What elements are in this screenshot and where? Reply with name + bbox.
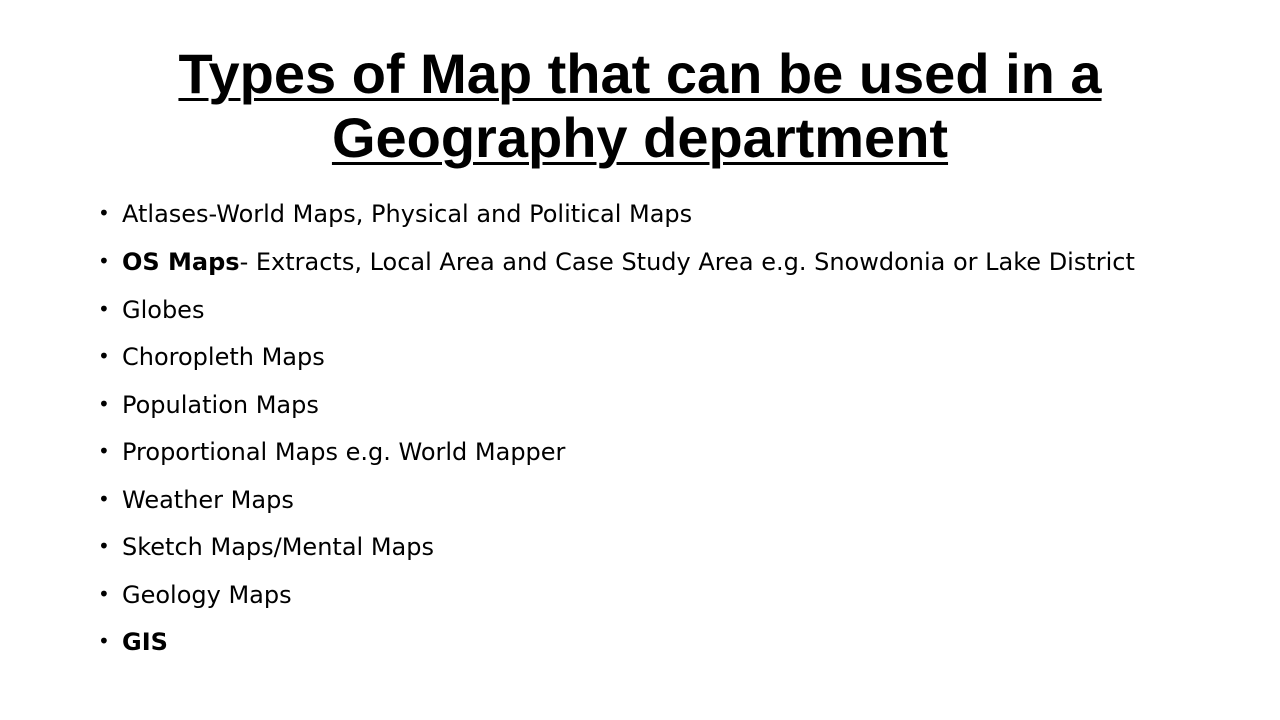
bullet-text: - Extracts, Local Area and Case Study Ar…	[239, 247, 1135, 276]
bullet-dot-icon: •	[98, 439, 110, 463]
bullet-item-choropleth: • Choropleth Maps	[98, 340, 1178, 375]
bullet-text: Sketch Maps/Mental Maps	[122, 533, 434, 561]
bullet-dot-icon: •	[98, 629, 110, 653]
slide-title: Types of Map that can be used in a Geogr…	[90, 42, 1190, 170]
bullet-item-population: • Population Maps	[98, 388, 1178, 423]
bullet-item-sketch: • Sketch Maps/Mental Maps	[98, 530, 1178, 565]
bullet-item-weather: • Weather Maps	[98, 483, 1178, 518]
bullet-dot-icon: •	[98, 248, 110, 273]
slide: Types of Map that can be used in a Geogr…	[0, 0, 1280, 720]
bullet-dot-icon: •	[98, 391, 110, 416]
bullet-item-os-maps: • OS Maps- Extracts, Local Area and Case…	[98, 245, 1178, 280]
bullet-item-gis: • GIS	[98, 625, 1178, 660]
bullet-item-geology: • Geology Maps	[98, 578, 1178, 613]
bullet-list: • Atlases-World Maps, Physical and Polit…	[98, 197, 1178, 673]
title-line-2: Geography department	[331, 106, 949, 169]
bullet-bold-text: OS Maps	[122, 247, 240, 276]
bullet-dot-icon: •	[98, 344, 110, 368]
bullet-dot-icon: •	[98, 534, 110, 558]
bullet-item-proportional: • Proportional Maps e.g. World Mapper	[98, 435, 1178, 470]
bullet-dot-icon: •	[98, 581, 110, 606]
bullet-text: Proportional Maps e.g. World Mapper	[122, 438, 566, 466]
bullet-text: Atlases-World Maps, Physical and Politic…	[122, 200, 693, 228]
bullet-item-globes: • Globes	[98, 293, 1178, 328]
bullet-bold-text: GIS	[122, 628, 168, 656]
bullet-text: Globes	[122, 295, 205, 324]
bullet-text: Choropleth Maps	[122, 343, 325, 371]
bullet-text: Geology Maps	[122, 580, 292, 609]
bullet-text: Population Maps	[122, 390, 319, 419]
bullet-text: Weather Maps	[122, 485, 294, 514]
bullet-dot-icon: •	[98, 486, 110, 511]
bullet-dot-icon: •	[98, 296, 110, 321]
bullet-item-atlases: • Atlases-World Maps, Physical and Polit…	[98, 197, 1178, 232]
bullet-dot-icon: •	[98, 201, 110, 225]
title-line-1: Types of Map that can be used in a	[178, 42, 1102, 105]
